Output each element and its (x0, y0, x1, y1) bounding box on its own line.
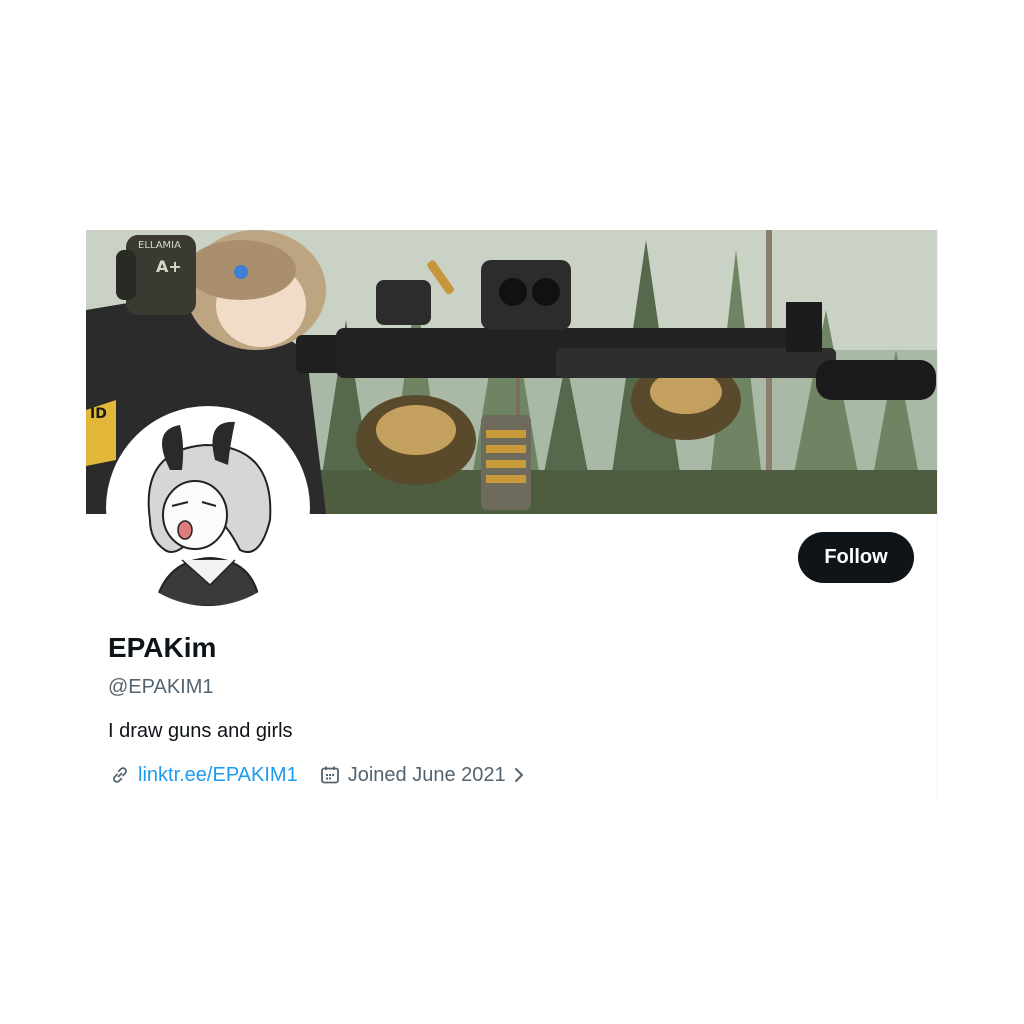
follow-button[interactable]: Follow (798, 532, 914, 583)
link-icon (108, 763, 132, 787)
profile-handle: @EPAKIM1 (108, 676, 214, 698)
website-item: linktr.ee/EPAKIM1 (108, 763, 298, 787)
avatar-illustration (110, 410, 306, 606)
calendar-icon (318, 763, 342, 787)
chevron-right-icon[interactable] (510, 763, 528, 787)
profile-card: ELLAMIA A+ ID Follow EPAKim @EPAKIM1 I d… (86, 230, 938, 800)
website-link[interactable]: linktr.ee/EPAKIM1 (138, 764, 298, 787)
joined-item: Joined June 2021 (318, 763, 528, 787)
profile-meta-row: linktr.ee/EPAKIM1 Joined June 2021 (108, 763, 548, 787)
profile-bio: I draw guns and girls (108, 720, 293, 742)
blood-type-patch: A+ (156, 257, 182, 276)
profile-avatar[interactable] (106, 406, 310, 610)
profile-display-name: EPAKim (108, 632, 217, 663)
id-patch: ID (90, 406, 107, 422)
headset-patch-text: ELLAMIA (138, 240, 181, 251)
joined-date[interactable]: Joined June 2021 (348, 764, 506, 787)
